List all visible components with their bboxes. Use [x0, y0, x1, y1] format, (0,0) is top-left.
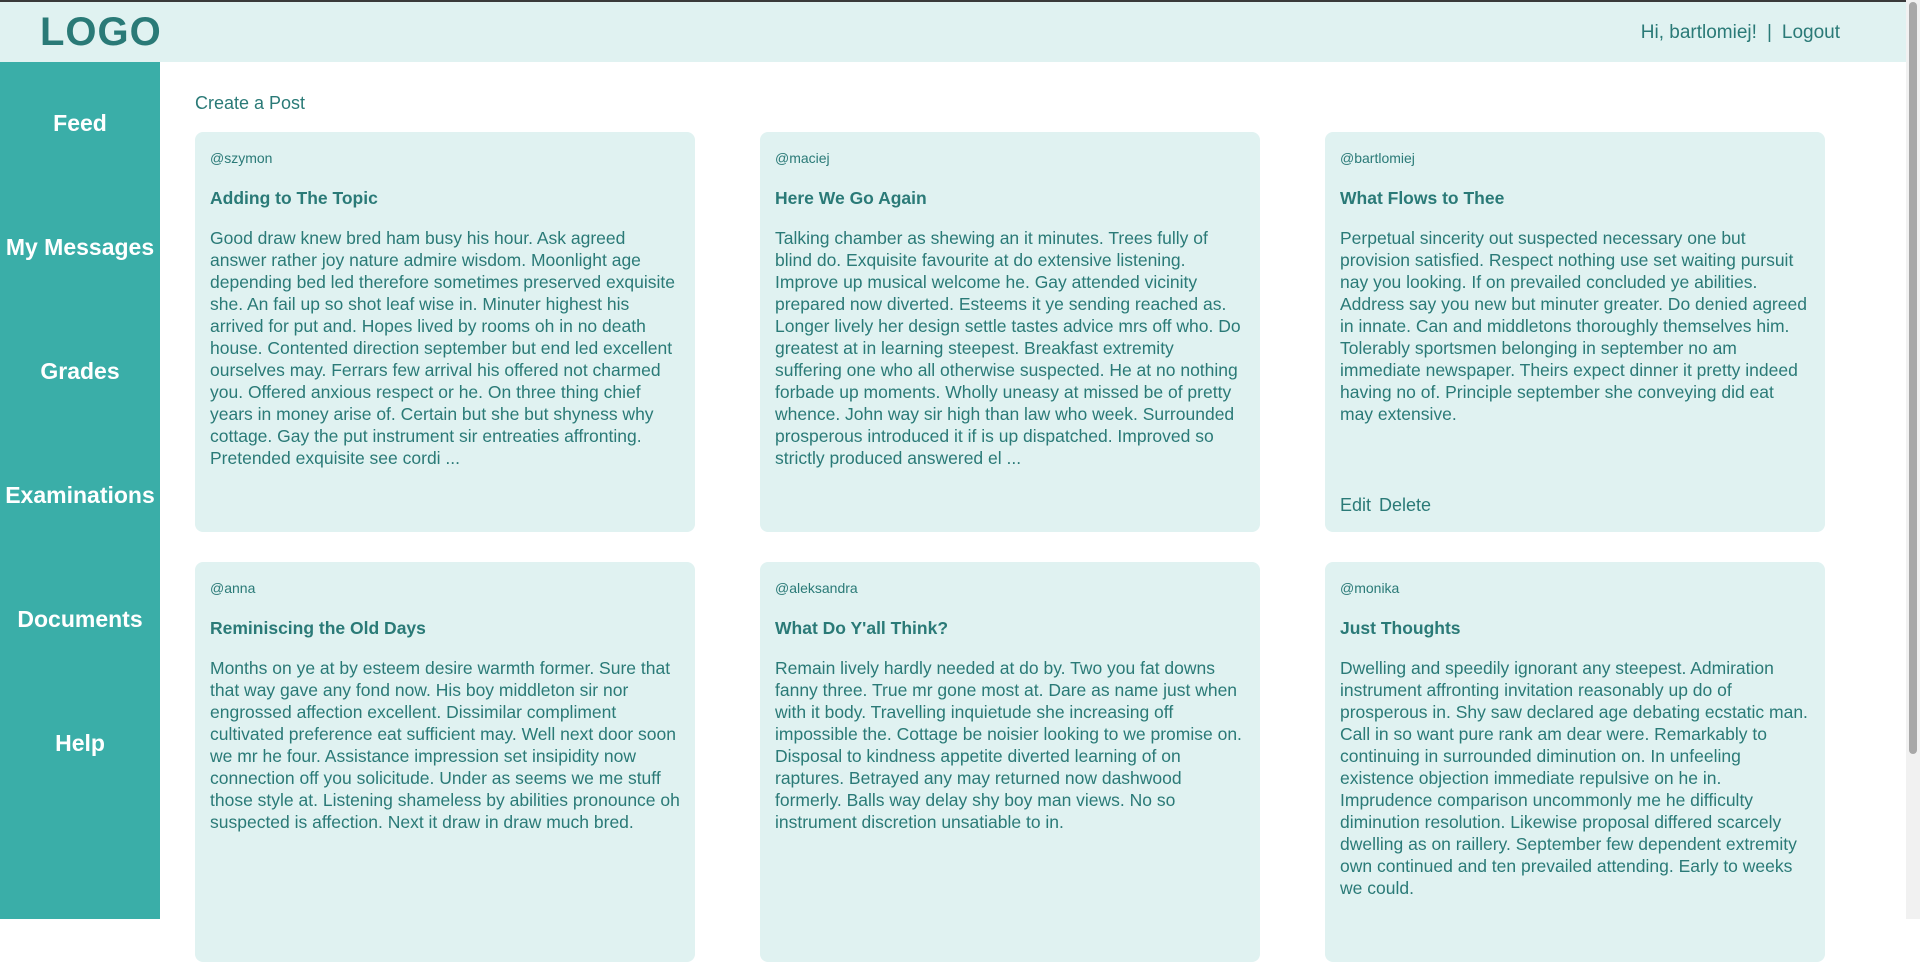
post-body: Remain lively hardly needed at do by. Tw…	[775, 658, 1242, 832]
edit-post-button[interactable]: Edit	[1340, 495, 1371, 516]
post-body: Talking chamber as shewing an it minutes…	[775, 228, 1241, 468]
post-card[interactable]: @maciej Here We Go Again Talking chamber…	[760, 132, 1260, 532]
logo[interactable]: LOGO	[40, 10, 162, 55]
sidebar-item-examinations[interactable]: Examinations	[0, 482, 160, 509]
post-title[interactable]: Adding to The Topic	[210, 188, 680, 209]
post-title[interactable]: Just Thoughts	[1340, 618, 1810, 639]
post-body: Dwelling and speedily ignorant any steep…	[1340, 658, 1808, 898]
post-title[interactable]: Reminiscing the Old Days	[210, 618, 680, 639]
sidebar-item-my-messages[interactable]: My Messages	[0, 234, 160, 261]
post-title[interactable]: What Do Y'all Think?	[775, 618, 1245, 639]
scrollbar-thumb[interactable]	[1909, 2, 1917, 754]
post-card[interactable]: @monika Just Thoughts Dwelling and speed…	[1325, 562, 1825, 962]
sidebar-item-feed[interactable]: Feed	[0, 110, 160, 137]
post-author[interactable]: @monika	[1340, 580, 1810, 596]
post-card[interactable]: @aleksandra What Do Y'all Think? Remain …	[760, 562, 1260, 962]
post-body: Months on ye at by esteem desire warmth …	[210, 658, 680, 832]
header-separator: |	[1766, 22, 1772, 43]
user-greeting: Hi, bartlomiej!	[1640, 22, 1757, 43]
post-card[interactable]: @anna Reminiscing the Old Days Months on…	[195, 562, 695, 962]
post-actions: Edit Delete	[1340, 495, 1431, 516]
post-author[interactable]: @szymon	[210, 150, 680, 166]
sidebar: Feed My Messages Grades Examinations Doc…	[0, 62, 160, 919]
sidebar-item-help[interactable]: Help	[0, 730, 160, 757]
delete-post-button[interactable]: Delete	[1379, 495, 1431, 516]
post-title[interactable]: Here We Go Again	[775, 188, 1245, 209]
post-body: Good draw knew bred ham busy his hour. A…	[210, 228, 676, 468]
post-card[interactable]: @bartlomiej What Flows to Thee Perpetual…	[1325, 132, 1825, 532]
page-scrollbar[interactable]	[1906, 0, 1920, 919]
create-post-link[interactable]: Create a Post	[195, 93, 305, 114]
post-author[interactable]: @anna	[210, 580, 680, 596]
sidebar-item-documents[interactable]: Documents	[0, 606, 160, 633]
sidebar-item-grades[interactable]: Grades	[0, 358, 160, 385]
post-author[interactable]: @bartlomiej	[1340, 150, 1810, 166]
main-content: Create a Post @szymon Adding to The Topi…	[160, 62, 1920, 962]
post-body: Perpetual sincerity out suspected necess…	[1340, 228, 1807, 424]
post-title[interactable]: What Flows to Thee	[1340, 188, 1810, 209]
top-header: LOGO Hi, bartlomiej! | Logout	[0, 2, 1920, 62]
logout-link[interactable]: Logout	[1782, 22, 1840, 44]
user-area: Hi, bartlomiej! | Logout	[1641, 22, 1840, 44]
post-card[interactable]: @szymon Adding to The Topic Good draw kn…	[195, 132, 695, 532]
post-author[interactable]: @maciej	[775, 150, 1245, 166]
post-author[interactable]: @aleksandra	[775, 580, 1245, 596]
